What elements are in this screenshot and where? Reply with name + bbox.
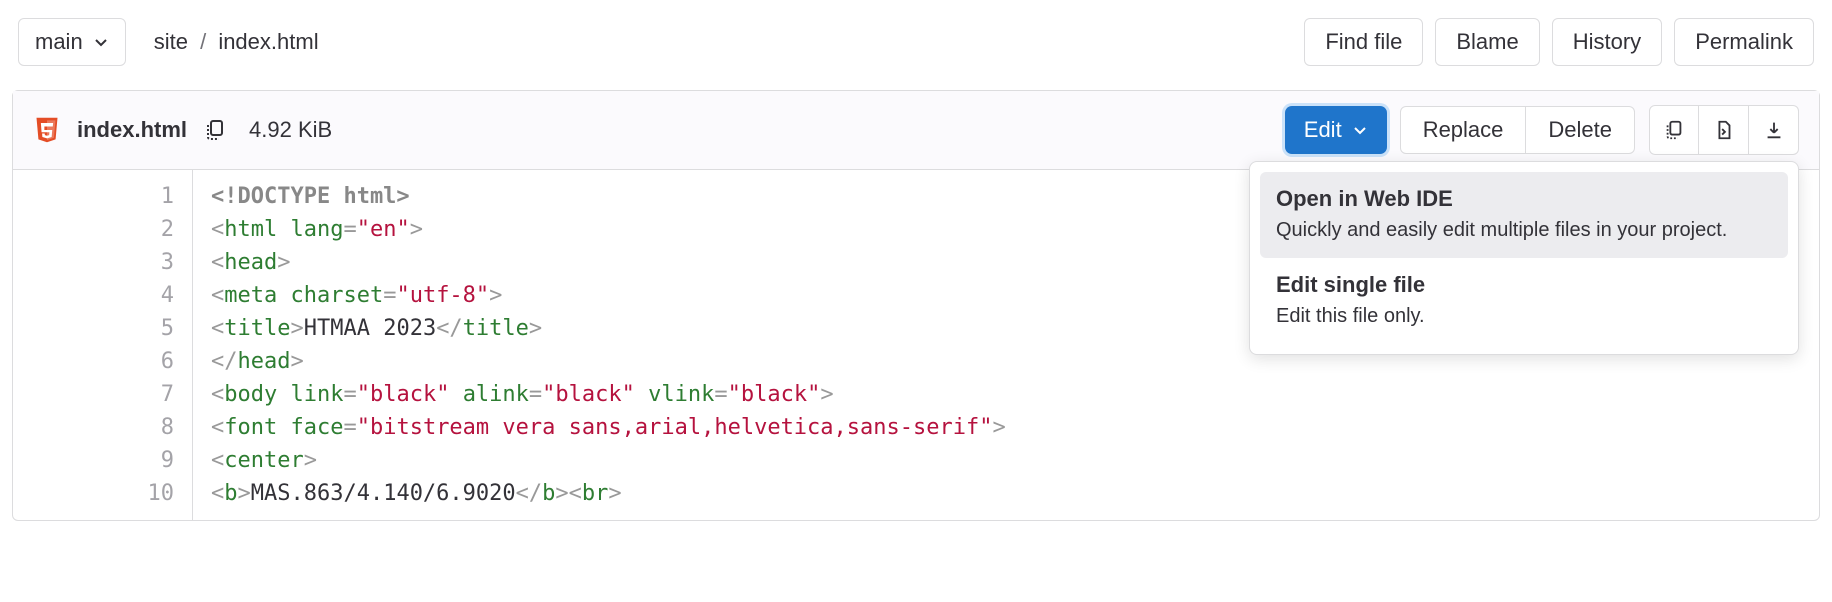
branch-label: main — [35, 29, 83, 55]
dropdown-item-single-file[interactable]: Edit single file Edit this file only. — [1260, 258, 1788, 344]
dropdown-item-desc: Quickly and easily edit multiple files i… — [1276, 216, 1772, 244]
line-number[interactable]: 3 — [13, 246, 174, 279]
line-number[interactable]: 6 — [13, 345, 174, 378]
breadcrumb-dir[interactable]: site — [154, 29, 188, 54]
line-number[interactable]: 8 — [13, 411, 174, 444]
edit-dropdown: Open in Web IDE Quickly and easily edit … — [1249, 161, 1799, 355]
code-line: <font face="bitstream vera sans,arial,he… — [211, 411, 1006, 444]
chevron-down-icon — [93, 34, 109, 50]
history-button[interactable]: History — [1552, 18, 1662, 66]
code-line: <b>MAS.863/4.140/6.9020</b><br> — [211, 477, 1006, 510]
code-line: </head> — [211, 345, 1006, 378]
delete-button[interactable]: Delete — [1526, 106, 1635, 154]
dropdown-item-title: Edit single file — [1276, 272, 1772, 298]
replace-button[interactable]: Replace — [1400, 106, 1527, 154]
code-line: <title>HTMAA 2023</title> — [211, 312, 1006, 345]
line-number[interactable]: 5 — [13, 312, 174, 345]
copy-contents-button[interactable] — [1649, 105, 1699, 155]
copy-icon — [1663, 119, 1685, 141]
breadcrumb: site / index.html — [154, 29, 319, 55]
breadcrumb-sep: / — [200, 29, 206, 54]
chevron-down-icon — [1352, 122, 1368, 138]
dropdown-item-desc: Edit this file only. — [1276, 302, 1772, 330]
download-button[interactable] — [1749, 105, 1799, 155]
file-header-left: index.html 4.92 KiB — [33, 116, 332, 144]
file-name: index.html — [77, 117, 187, 143]
replace-delete-group: Replace Delete — [1400, 106, 1635, 154]
line-number[interactable]: 1 — [13, 180, 174, 213]
file-size: 4.92 KiB — [249, 117, 332, 143]
breadcrumb-file: index.html — [218, 29, 318, 54]
top-bar: main site / index.html Find file Blame H… — [12, 12, 1820, 86]
code-line: <center> — [211, 444, 1006, 477]
line-number[interactable]: 10 — [13, 477, 174, 510]
blame-button[interactable]: Blame — [1435, 18, 1539, 66]
branch-selector[interactable]: main — [18, 18, 126, 66]
line-number[interactable]: 7 — [13, 378, 174, 411]
file-icon-actions — [1649, 105, 1799, 155]
top-bar-left: main site / index.html — [18, 18, 319, 66]
code-line: <body link="black" alink="black" vlink="… — [211, 378, 1006, 411]
file-header: index.html 4.92 KiB Edit Replace Delete — [13, 91, 1819, 170]
download-icon — [1763, 119, 1785, 141]
code-content[interactable]: <!DOCTYPE html><html lang="en"><head><me… — [193, 170, 1024, 520]
edit-button-label: Edit — [1304, 117, 1342, 143]
line-number[interactable]: 4 — [13, 279, 174, 312]
code-line: <head> — [211, 246, 1006, 279]
dropdown-item-web-ide[interactable]: Open in Web IDE Quickly and easily edit … — [1260, 172, 1788, 258]
document-icon — [1713, 119, 1735, 141]
line-number-gutter: 12345678910 — [13, 170, 193, 520]
html5-icon — [33, 116, 61, 144]
code-line: <meta charset="utf-8"> — [211, 279, 1006, 312]
top-bar-right: Find file Blame History Permalink — [1304, 18, 1814, 66]
line-number[interactable]: 2 — [13, 213, 174, 246]
code-line: <!DOCTYPE html> — [211, 180, 1006, 213]
dropdown-item-title: Open in Web IDE — [1276, 186, 1772, 212]
file-header-right: Edit Replace Delete — [1286, 105, 1799, 155]
permalink-button[interactable]: Permalink — [1674, 18, 1814, 66]
edit-button[interactable]: Edit — [1286, 107, 1386, 153]
find-file-button[interactable]: Find file — [1304, 18, 1423, 66]
open-raw-button[interactable] — [1699, 105, 1749, 155]
code-line: <html lang="en"> — [211, 213, 1006, 246]
copy-path-icon[interactable] — [203, 118, 227, 142]
line-number[interactable]: 9 — [13, 444, 174, 477]
file-panel: index.html 4.92 KiB Edit Replace Delete — [12, 90, 1820, 521]
